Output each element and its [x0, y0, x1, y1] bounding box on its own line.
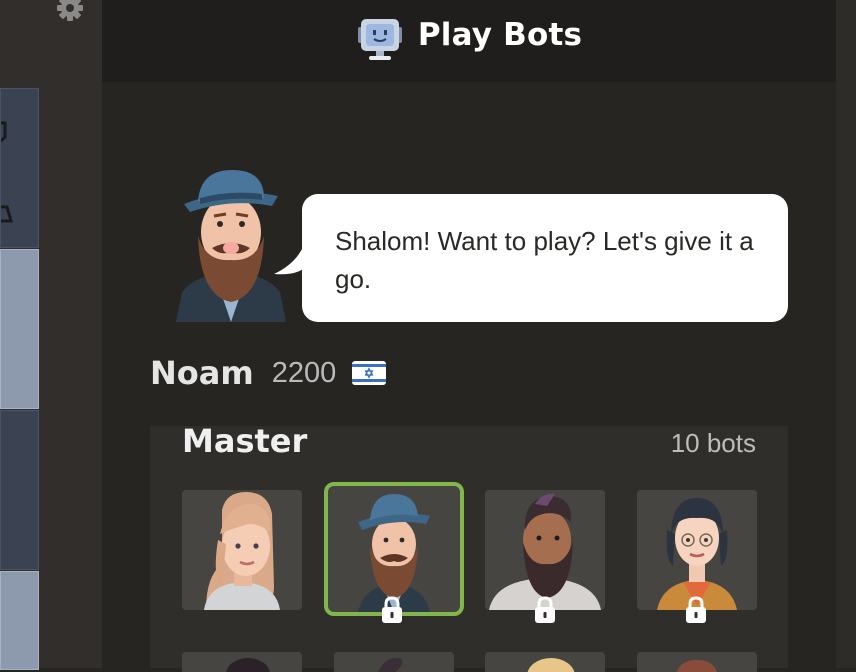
bot-tile[interactable] — [485, 490, 605, 610]
board-square[interactable] — [0, 410, 39, 570]
lock-icon — [686, 596, 706, 623]
bot-avatar-partial — [677, 660, 717, 672]
header: Play Bots — [102, 0, 836, 82]
bot-avatar-partial — [378, 657, 403, 672]
bot-avatar-noam-large — [176, 170, 286, 322]
bot-info: Noam 2200 — [150, 354, 387, 392]
lock-icon — [535, 596, 555, 623]
page-title: Play Bots — [417, 17, 583, 53]
bot-avatar-woman-dark-hair — [657, 498, 737, 610]
bot-category-panel: Master 10 bots — [150, 422, 788, 672]
speech-bubble: Shalom! Want to play? Let's give it a go… — [302, 194, 788, 322]
bot-avatar-noam — [358, 494, 430, 612]
category-title: Master — [182, 422, 308, 460]
bot-avatar-bearded-man — [489, 493, 601, 610]
bot-tile[interactable] — [485, 652, 605, 672]
bot-greeting: Shalom! Want to play? Let's give it a go… — [335, 226, 754, 294]
bot-rating: 2200 — [271, 356, 337, 389]
lock-icon — [382, 596, 402, 623]
bot-tile[interactable] — [637, 490, 757, 610]
robot-monitor-icon — [357, 19, 402, 60]
israel-flag-icon — [352, 361, 387, 385]
bot-tile[interactable] — [182, 490, 302, 610]
bot-avatar-partial — [527, 658, 575, 672]
bot-tile[interactable] — [334, 652, 454, 672]
bot-tile[interactable] — [182, 652, 302, 672]
scroll-edge — [836, 0, 856, 668]
category-count: 10 bots — [670, 428, 756, 458]
board-square[interactable] — [0, 88, 39, 248]
board-strip — [0, 0, 102, 670]
chess-piece-icon — [0, 121, 13, 223]
bot-avatar-woman-blonde — [204, 492, 280, 610]
bot-name: Noam — [150, 354, 254, 392]
bot-avatar-partial — [226, 658, 270, 672]
board-square[interactable] — [0, 571, 39, 670]
bot-tile[interactable] — [637, 652, 757, 672]
board-square[interactable] — [0, 249, 39, 409]
gear-icon[interactable] — [52, 0, 88, 24]
